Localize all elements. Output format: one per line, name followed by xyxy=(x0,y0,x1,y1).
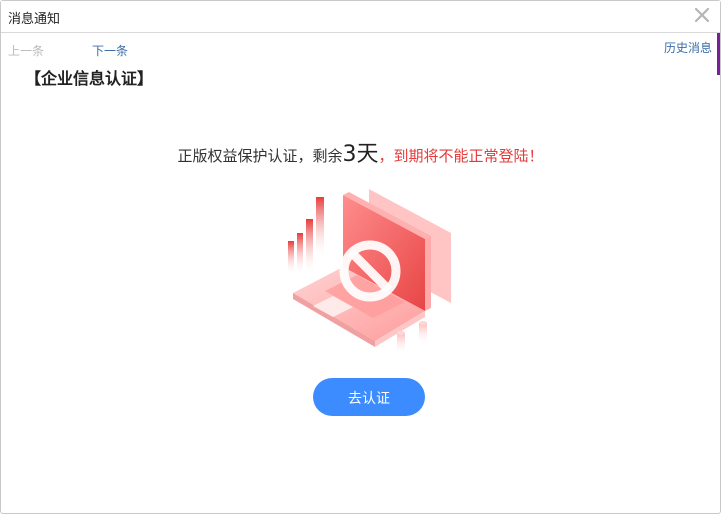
scroll-accent xyxy=(717,33,720,75)
laptop-blocked-illustration xyxy=(283,181,453,361)
next-message-link[interactable]: 下一条 xyxy=(92,42,128,59)
close-icon xyxy=(694,7,710,23)
close-button[interactable] xyxy=(692,4,712,26)
title-bar: 消息通知 xyxy=(1,1,720,33)
window-title: 消息通知 xyxy=(8,12,61,27)
notice-message: 正版权益保护认证，剩余3天，到期将不能正常登陆！ xyxy=(1,136,720,168)
message-prefix: 正版权益保护认证，剩余 xyxy=(177,147,343,165)
notification-dialog: 消息通知 上一条 下一条 历史消息 【企业信息认证】 正版权益保护认证，剩余3天… xyxy=(0,0,721,514)
notice-heading: 【企业信息认证】 xyxy=(25,69,154,88)
remaining-days: 3天 xyxy=(342,142,379,167)
verify-button[interactable]: 去认证 xyxy=(313,378,425,416)
prev-message-link[interactable]: 上一条 xyxy=(8,42,44,59)
warning-text: ，到期将不能正常登陆！ xyxy=(378,147,544,165)
history-messages-link[interactable]: 历史消息 xyxy=(664,39,712,56)
